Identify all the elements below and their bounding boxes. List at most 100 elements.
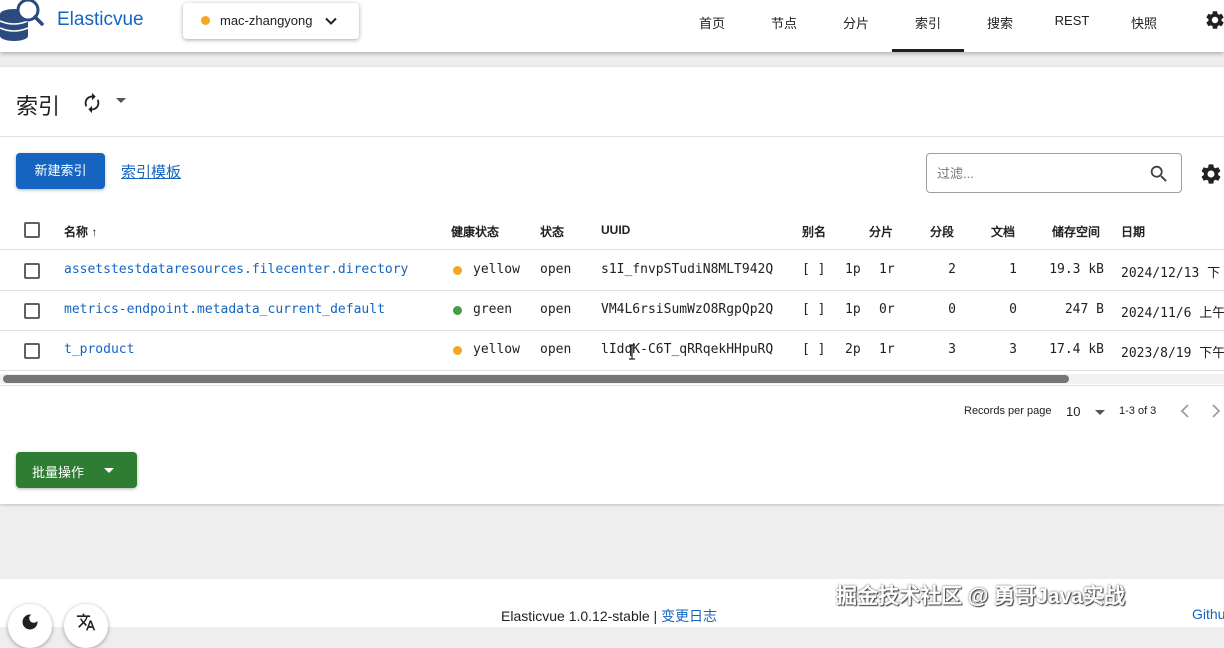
nav-snapshots[interactable]: 快照 <box>1114 13 1174 32</box>
records-per-page-select[interactable]: 10 <box>1066 404 1080 419</box>
column-settings-gear-icon[interactable] <box>1199 162 1223 186</box>
bulk-actions-button[interactable]: 批量操作 <box>16 452 137 488</box>
language-button[interactable] <box>64 604 108 648</box>
footer-separator: | <box>653 608 658 624</box>
nav-home[interactable]: 首页 <box>682 13 742 32</box>
docs-text: 3 <box>1009 342 1017 357</box>
replicas-text: 1r <box>879 342 895 357</box>
indices-card: 索引 新建索引 索引模板 名称 ↑ 健康状态 状态 UUID 别名 分片 分段 … <box>0 67 1224 504</box>
theme-toggle-button[interactable] <box>8 604 52 648</box>
health-text: green <box>473 302 513 317</box>
replicas-text: 0r <box>879 302 895 317</box>
row-checkbox[interactable] <box>24 343 40 359</box>
records-per-page-label: Records per page <box>964 405 1052 417</box>
page-title: 索引 <box>16 94 61 119</box>
uuid-text: s1I_fnvpSTudiN8MLT942Q <box>601 262 774 277</box>
nav-active-indicator <box>892 49 964 52</box>
primaries-text: 1p <box>845 302 861 317</box>
replicas-text: 1r <box>879 262 895 277</box>
segments-text: 0 <box>948 302 956 317</box>
version-text: Elasticvue 1.0.12-stable <box>501 608 650 624</box>
row-checkbox[interactable] <box>24 263 40 279</box>
chevron-left-icon[interactable] <box>1178 403 1192 419</box>
alias-text: [ ] <box>802 302 826 317</box>
health-text: yellow <box>473 342 520 357</box>
new-index-button[interactable]: 新建索引 <box>16 153 105 189</box>
refresh-icon[interactable] <box>81 92 103 114</box>
cluster-selector[interactable]: mac-zhangyong <box>183 3 359 39</box>
primaries-text: 2p <box>845 342 861 357</box>
docs-text: 0 <box>1009 302 1017 317</box>
col-shards[interactable]: 分片 <box>869 223 893 240</box>
col-name[interactable]: 名称 ↑ <box>64 223 97 240</box>
refresh-options-caret[interactable] <box>116 98 126 103</box>
nav-shards[interactable]: 分片 <box>826 13 886 32</box>
chevron-right-icon[interactable] <box>1210 403 1224 419</box>
storage-text: 19.3 kB <box>1049 262 1104 277</box>
health-dot <box>453 266 462 275</box>
index-templates-link[interactable]: 索引模板 <box>121 161 181 182</box>
uuid-text: lIdqK-C6T_qRRqekHHpuRQ <box>601 342 774 357</box>
health-text: yellow <box>473 262 520 277</box>
horizontal-scrollbar-thumb[interactable] <box>3 375 1069 383</box>
status-text: open <box>540 262 572 277</box>
date-text: 2024/11/6 上午 <box>1121 306 1224 321</box>
col-health[interactable]: 健康状态 <box>451 223 499 240</box>
moon-icon <box>22 614 38 630</box>
storage-text: 17.4 kB <box>1049 342 1104 357</box>
primaries-text: 1p <box>845 262 861 277</box>
app-name[interactable]: Elasticvue <box>57 9 144 31</box>
bulk-actions-label: 批量操作 <box>32 465 85 480</box>
divider <box>0 385 1224 386</box>
uuid-text: VM4L6rsiSumWzO8RgpQp2Q <box>601 302 774 317</box>
caret-down-icon <box>104 468 114 473</box>
github-link[interactable]: Githu <box>1192 606 1224 622</box>
index-name-link[interactable]: assetstestdataresources.filecenter.direc… <box>64 262 408 277</box>
col-segments[interactable]: 分段 <box>930 223 954 240</box>
index-name-link[interactable]: metrics-endpoint.metadata_current_defaul… <box>64 302 385 317</box>
filter-input[interactable] <box>937 164 1137 182</box>
date-text: 2023/8/19 下午 <box>1121 346 1224 361</box>
storage-text: 247 B <box>1064 302 1104 317</box>
segments-text: 3 <box>948 342 956 357</box>
col-storage[interactable]: 储存空间 <box>1052 223 1100 240</box>
gear-icon[interactable] <box>1204 9 1224 31</box>
table-row: t_product yellow open lIdqK-C6T_qRRqekHH… <box>0 331 1224 371</box>
table-row: metrics-endpoint.metadata_current_defaul… <box>0 291 1224 331</box>
nav-indices[interactable]: 索引 <box>898 13 958 32</box>
table-row: assetstestdataresources.filecenter.direc… <box>0 251 1224 291</box>
nav-rest[interactable]: REST <box>1042 13 1102 28</box>
index-name-link[interactable]: t_product <box>64 342 134 357</box>
col-date[interactable]: 日期 <box>1121 223 1145 240</box>
col-uuid[interactable]: UUID <box>601 223 630 237</box>
col-docs[interactable]: 文档 <box>991 223 1015 240</box>
translate-icon <box>76 613 96 631</box>
docs-text: 1 <box>1009 262 1017 277</box>
top-app-bar: Elasticvue mac-zhangyong 首页 节点 分片 索引 搜索 … <box>0 0 1224 52</box>
divider <box>0 136 1224 137</box>
chevron-down-icon <box>325 17 337 25</box>
health-dot <box>453 346 462 355</box>
status-text: open <box>540 302 572 317</box>
records-per-page-caret[interactable] <box>1095 410 1105 415</box>
cluster-name: mac-zhangyong <box>220 13 313 28</box>
version-info: Elasticvue 1.0.12-stable | 变更日志 <box>501 606 717 626</box>
select-all-checkbox[interactable] <box>24 222 40 238</box>
filter-field[interactable] <box>926 153 1182 193</box>
text-cursor-icon <box>629 344 635 360</box>
alias-text: [ ] <box>802 262 826 277</box>
elasticvue-logo-icon[interactable] <box>0 0 46 42</box>
changelog-link[interactable]: 变更日志 <box>661 608 717 624</box>
table-header: 名称 ↑ 健康状态 状态 UUID 别名 分片 分段 文档 储存空间 日期 <box>0 210 1224 250</box>
nav-search[interactable]: 搜索 <box>970 13 1030 32</box>
cluster-status-dot <box>201 16 210 25</box>
col-status[interactable]: 状态 <box>540 223 564 240</box>
row-checkbox[interactable] <box>24 303 40 319</box>
nav-nodes[interactable]: 节点 <box>754 13 814 32</box>
search-icon[interactable] <box>1148 163 1170 185</box>
segments-text: 2 <box>948 262 956 277</box>
watermark: 掘金技术社区 @ 勇哥Java实战 <box>836 585 1125 608</box>
alias-text: [ ] <box>802 342 826 357</box>
pagination-range: 1-3 of 3 <box>1119 405 1157 417</box>
col-aliases[interactable]: 别名 <box>802 223 826 240</box>
